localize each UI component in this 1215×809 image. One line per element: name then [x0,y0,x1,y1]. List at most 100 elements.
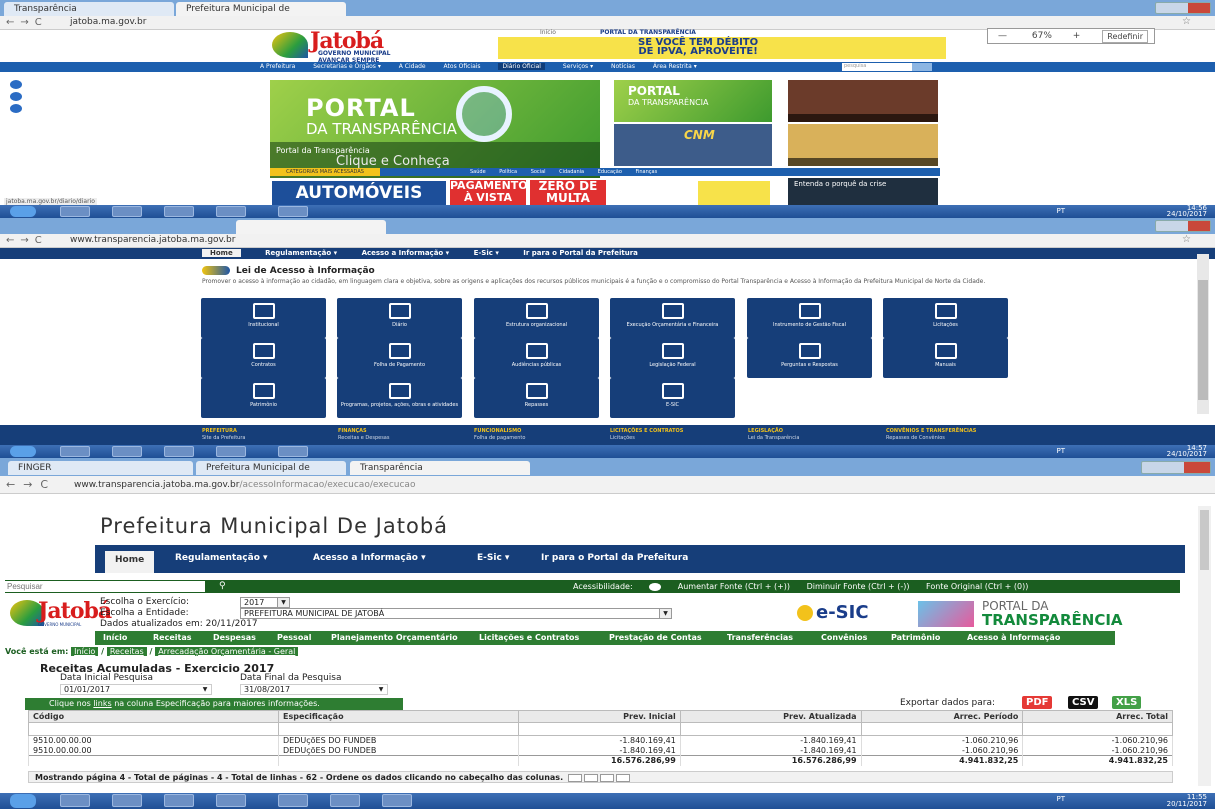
clock[interactable]: 14:56 24/10/2017 [1167,205,1207,218]
tile-folha[interactable]: Folha de Pagamento [337,338,462,378]
browser-tab[interactable]: Transparência [4,2,174,16]
section-menu-item[interactable]: Receitas [153,633,191,642]
menu-item[interactable]: A Cidade [399,63,426,70]
ipva-banner[interactable]: SE VOCÊ TEM DÉBITO DE IPVA, APROVEITE! [498,37,946,59]
nav-arrows-icon[interactable]: ←→C [6,17,48,28]
footer-column[interactable]: FUNCIONALISMO Folha de pagamento [474,428,525,442]
taskbar-app-icon[interactable] [278,794,308,807]
taskbar-app-icon[interactable] [164,446,194,457]
jatoba-logo[interactable]: Jatobá GOVERNO MUNICIPAL AVANÇAR SEMPRE [270,28,488,64]
taskbar-app-icon[interactable] [60,206,90,217]
category-item[interactable]: Política [499,169,517,175]
category-item[interactable]: Educação [598,169,622,175]
taskbar-app-icon[interactable] [278,206,308,217]
menu-regulamentacao[interactable]: Regulamentação ▾ [175,553,268,563]
tile-legislacao[interactable]: Legislação Federal [610,338,735,378]
tile-licitacoes[interactable]: Licitações [883,298,1008,338]
decrease-font-link[interactable]: Diminuir Fonte (Ctrl + (-)) [807,582,910,591]
menu-item[interactable]: Regulamentação ▾ [265,249,337,257]
language-indicator[interactable]: PT [1057,795,1066,803]
tile-programas[interactable]: Programas, projetos, ações, obras e ativ… [337,378,462,418]
zoom-reset-button[interactable]: Redefinir [1102,30,1148,43]
menu-home[interactable]: Home [202,249,241,257]
section-menu-item[interactable]: Acesso à Informação [967,633,1060,642]
esic-logo[interactable]: e-SIC [797,602,869,623]
cell-spec-link[interactable]: DEDUçõES DO FUNDEB [278,745,519,756]
menu-item[interactable]: Serviços ▾ [563,63,593,70]
end-date-select[interactable]: 31/08/2017 ▼ [240,684,388,695]
original-font-link[interactable]: Fonte Original (Ctrl + (0)) [926,582,1028,591]
section-menu-item[interactable]: Planejamento Orçamentário [331,633,458,642]
accessibility-icons[interactable] [10,80,22,116]
window-controls[interactable] [1155,2,1211,14]
category-item[interactable]: Finanças [635,169,657,175]
section-menu-item[interactable]: Pessoal [277,633,311,642]
section-menu-item[interactable]: Prestação de Contas [609,633,702,642]
clock[interactable]: 11:55 20/11/2017 [1167,794,1207,808]
bookmark-star-icon[interactable]: ☆ [1182,234,1191,245]
news-photo[interactable] [788,124,938,166]
entidade-select[interactable]: PREFEITURA MUNICIPAL DE JATOBÁ ▼ [240,608,672,619]
menu-item[interactable]: A Prefeitura [260,63,295,70]
section-menu-item[interactable]: Convênios [821,633,867,642]
taskbar-app-icon[interactable] [382,794,412,807]
portal-transparencia-logo[interactable]: PORTAL DA TRANSPARÊNCIA [918,599,1148,631]
tile-esic[interactable]: E-SIC [610,378,735,418]
cnm-news[interactable]: CNM [614,124,772,166]
portal-banner-large[interactable]: PORTAL DA TRANSPARÊNCIA Portal da Transp… [270,80,600,178]
menu-home[interactable]: Home [105,551,155,573]
taskbar-app-icon[interactable] [216,794,246,807]
links-link[interactable]: links [93,699,111,708]
menu-item-active[interactable]: Diário Oficial [498,63,545,70]
url-text[interactable]: www.transparencia.jatoba.ma.gov.br [70,235,235,245]
taskbar-app-icon[interactable] [112,794,142,807]
language-indicator[interactable]: PT [1057,447,1066,455]
tile-execucao[interactable]: Execução Orçamentária e Financeira [610,298,735,338]
nav-arrows-icon[interactable]: ←→C [6,478,56,491]
section-menu-item[interactable]: Transferências [727,633,793,642]
column-header[interactable]: Código [28,710,279,723]
browser-tab[interactable]: Prefeitura Municipal de [196,461,346,475]
caption-cta[interactable]: Clique e Conheça [336,154,450,169]
zoom-minus-button[interactable]: — [998,31,1007,41]
export-xls-button[interactable]: XLS [1112,696,1142,709]
tile-perguntas[interactable]: Perguntas e Respostas [747,338,872,378]
close-icon[interactable] [1188,3,1210,13]
scrollbar[interactable] [1198,506,1211,786]
cell-spec-link[interactable]: DEDUçõES DO FUNDEB [278,735,519,746]
column-header[interactable]: Arrec. Total [1022,710,1173,723]
column-header[interactable]: Prev. Atualizada [679,710,862,723]
menu-item[interactable]: Acesso a Informação ▾ [362,249,450,257]
category-item[interactable]: Cidadania [559,169,584,175]
first-page-icon[interactable] [567,773,582,782]
taskbar-app-icon[interactable] [216,206,246,217]
start-button[interactable] [10,206,36,217]
browser-tab-active[interactable]: Transparência [350,461,530,475]
export-pdf-button[interactable]: PDF [1022,696,1053,709]
section-menu-item[interactable]: Licitações e Contratos [479,633,579,642]
search-icon[interactable]: ⚲ [219,580,226,593]
breadcrumb-item[interactable]: Início [71,647,99,656]
breadcrumb-item[interactable]: Receitas [106,647,147,656]
jatoba-logo[interactable]: Jatobá GOVERNO MUNICIPAL [10,596,112,632]
tile-estrutura[interactable]: Estrutura organizacional [474,298,599,338]
browser-tab[interactable]: FINGER [8,461,193,475]
last-page-icon[interactable] [615,773,630,782]
taskbar-app-icon[interactable] [216,446,246,457]
export-csv-button[interactable]: CSV [1068,696,1099,709]
tile-gestao-fiscal[interactable]: Instrumento de Gestão Fiscal [747,298,872,338]
search-icon[interactable] [912,63,932,71]
menu-item[interactable]: Ir para o Portal da Prefeitura [523,249,638,257]
menu-item[interactable]: Área Restrita ▾ [653,63,697,70]
menu-esic[interactable]: E-Sic ▾ [477,553,509,563]
tile-audiencias[interactable]: Audiências públicas [474,338,599,378]
menu-item[interactable]: Secretarias e Órgãos ▾ [313,63,381,70]
automoveis-banner[interactable]: AUTOMÓVEIS [272,181,446,205]
crise-video[interactable]: Entenda o porquê da crise [788,178,938,206]
taskbar-app-icon[interactable] [112,206,142,217]
menu-acesso-informacao[interactable]: Acesso a Informação ▾ [313,553,426,563]
home-link[interactable]: Início [540,29,556,36]
window-controls[interactable] [1141,461,1211,474]
nav-arrows-icon[interactable]: ←→C [6,235,48,246]
menu-portal-prefeitura[interactable]: Ir para o Portal da Prefeitura [541,553,688,563]
